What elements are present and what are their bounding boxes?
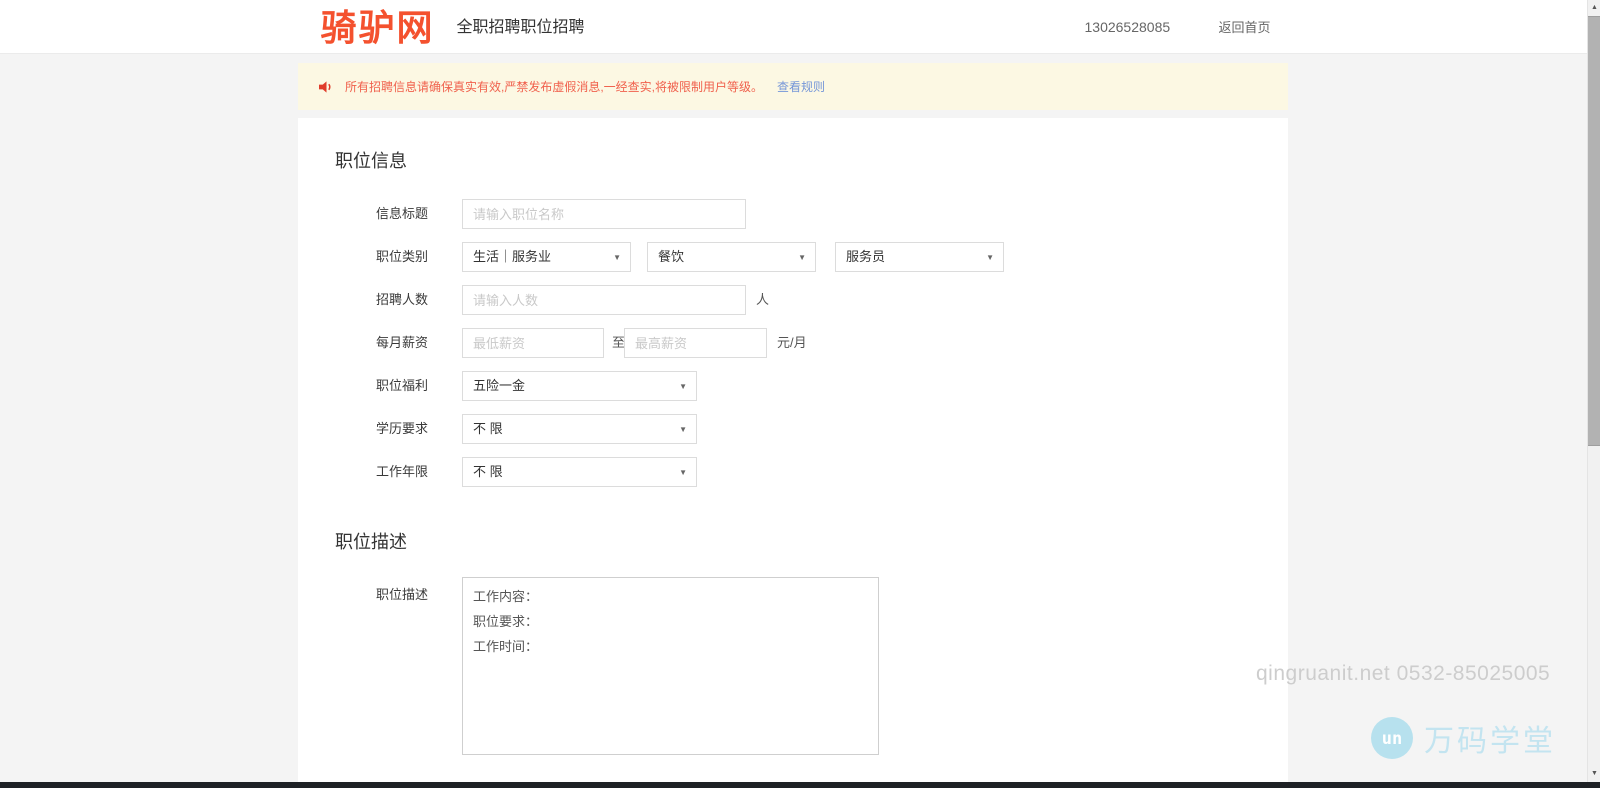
education-select[interactable]: 不 限 ▼ <box>462 414 697 444</box>
vertical-scrollbar[interactable]: ▲ ▼ <box>1587 0 1600 788</box>
field-label-headcount: 招聘人数 <box>376 292 429 307</box>
section-title-job-description: 职位描述 <box>335 532 407 552</box>
page-title: 全职招聘职位招聘 <box>456 19 585 36</box>
contact-phone: 13026528085 <box>1084 19 1171 35</box>
form-row-education: 学历要求 不 限 ▼ <box>298 414 1288 444</box>
form-row-salary: 每月薪资 至 元/月 <box>298 328 1288 358</box>
field-label-welfare: 职位福利 <box>376 378 429 393</box>
form-row-experience: 工作年限 不 限 ▼ <box>298 457 1288 487</box>
field-label-title: 信息标题 <box>376 206 429 221</box>
category-select-level2[interactable]: 餐饮 ▼ <box>647 242 816 272</box>
headcount-unit: 人 <box>756 292 770 307</box>
notice-text: 所有招聘信息请确保真实有效,严禁发布虚假消息,一经查实,将被限制用户等级。 <box>345 80 764 94</box>
chevron-down-icon: ▼ <box>679 468 687 477</box>
job-post-form-panel: 职位信息 信息标题 职位类别 生活｜服务业 ▼ 餐饮 ▼ 服务员 ▼ 招聘人数 <box>298 118 1288 782</box>
view-rules-link[interactable]: 查看规则 <box>777 78 825 95</box>
field-label-experience: 工作年限 <box>376 464 429 479</box>
speaker-icon <box>319 80 331 93</box>
education-select-value: 不 限 <box>473 421 503 436</box>
site-logo[interactable]: 骑驴网 <box>321 0 435 51</box>
wanma-circle-icon: un <box>1371 717 1413 759</box>
field-label-education: 学历要求 <box>376 421 429 436</box>
salary-max-input[interactable] <box>624 328 767 358</box>
welfare-select-value: 五险一金 <box>473 378 526 393</box>
form-row-title: 信息标题 <box>298 199 1288 229</box>
headcount-input[interactable] <box>462 285 746 315</box>
back-home-link[interactable]: 返回首页 <box>1219 0 1271 55</box>
category-select-level3[interactable]: 服务员 ▼ <box>835 242 1004 272</box>
salary-unit: 元/月 <box>777 335 807 350</box>
form-row-headcount: 招聘人数 人 <box>298 285 1288 315</box>
job-description-textarea[interactable]: 工作内容： 职位要求： 工作时间： <box>462 577 879 755</box>
category-select-level2-value: 餐饮 <box>658 249 685 264</box>
field-label-description: 职位描述 <box>376 587 429 602</box>
chevron-down-icon: ▼ <box>679 382 687 391</box>
field-label-salary: 每月薪资 <box>376 335 429 350</box>
category-select-level1-value: 生活｜服务业 <box>473 249 552 264</box>
salary-min-input[interactable] <box>462 328 604 358</box>
site-watermark-text: qingruanit.net 0532-85025005 <box>1256 662 1551 685</box>
scrollbar-thumb[interactable] <box>1588 16 1600 446</box>
scrollbar-down-arrow-icon[interactable]: ▼ <box>1588 766 1600 781</box>
chevron-down-icon: ▼ <box>986 253 994 262</box>
job-title-input[interactable] <box>462 199 746 229</box>
chevron-down-icon: ▼ <box>679 425 687 434</box>
experience-select[interactable]: 不 限 ▼ <box>462 457 697 487</box>
brand-watermark-name: 万码学堂 <box>1424 725 1556 758</box>
category-select-level3-value: 服务员 <box>846 249 886 264</box>
form-row-category: 职位类别 生活｜服务业 ▼ 餐饮 ▼ 服务员 ▼ <box>298 242 1288 272</box>
bottom-edge-bar <box>0 782 1600 788</box>
site-header: 骑驴网 全职招聘职位招聘 13026528085 返回首页 <box>0 0 1587 54</box>
chevron-down-icon: ▼ <box>798 253 806 262</box>
browser-viewport: 骑驴网 全职招聘职位招聘 13026528085 返回首页 所有招聘信息请确保真… <box>0 0 1600 788</box>
scrollbar-up-arrow-icon[interactable]: ▲ <box>1588 0 1600 15</box>
field-label-category: 职位类别 <box>376 249 429 264</box>
form-row-welfare: 职位福利 五险一金 ▼ <box>298 371 1288 401</box>
brand-watermark: un 万码学堂 <box>1371 716 1556 760</box>
experience-select-value: 不 限 <box>473 464 503 479</box>
header-inner: 骑驴网 全职招聘职位招聘 13026528085 返回首页 <box>299 0 1289 54</box>
welfare-select[interactable]: 五险一金 ▼ <box>462 371 697 401</box>
notice-bar: 所有招聘信息请确保真实有效,严禁发布虚假消息,一经查实,将被限制用户等级。 查看… <box>298 63 1288 110</box>
chevron-down-icon: ▼ <box>613 253 621 262</box>
category-select-level1[interactable]: 生活｜服务业 ▼ <box>462 242 631 272</box>
section-title-job-info: 职位信息 <box>335 151 407 171</box>
